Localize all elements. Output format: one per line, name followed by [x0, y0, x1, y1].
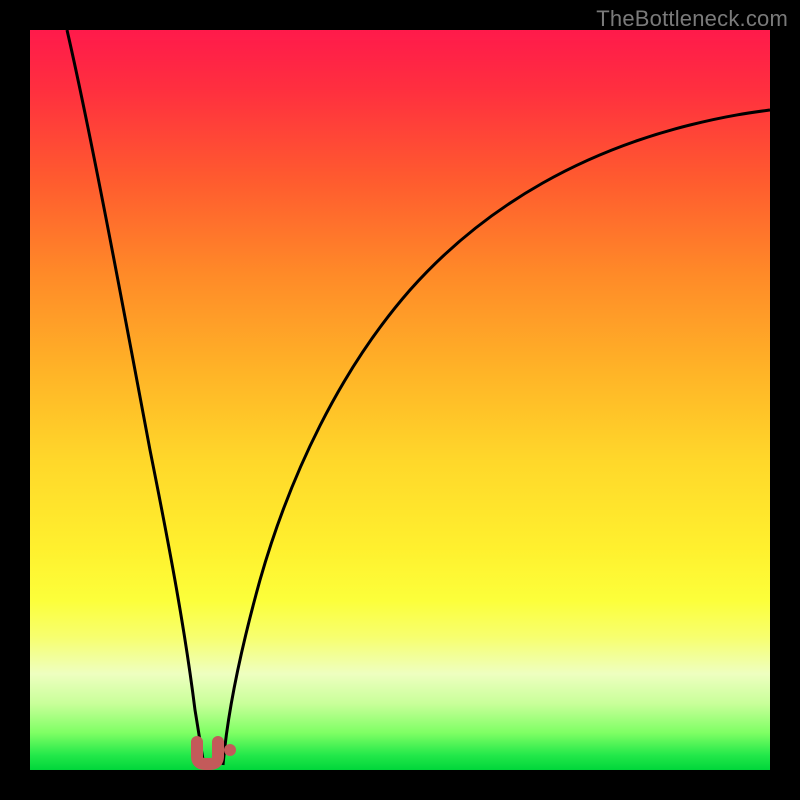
chart-frame: TheBottleneck.com — [0, 0, 800, 800]
curve-layer — [30, 30, 770, 770]
curve-group — [67, 30, 770, 765]
u-shape-icon — [197, 742, 218, 764]
optimal-zone-marker — [197, 742, 218, 764]
bottleneck-curve-right — [223, 110, 770, 765]
bottleneck-curve-left — [67, 30, 204, 765]
watermark-label: TheBottleneck.com — [596, 6, 788, 32]
optimal-dot-icon — [224, 744, 236, 756]
